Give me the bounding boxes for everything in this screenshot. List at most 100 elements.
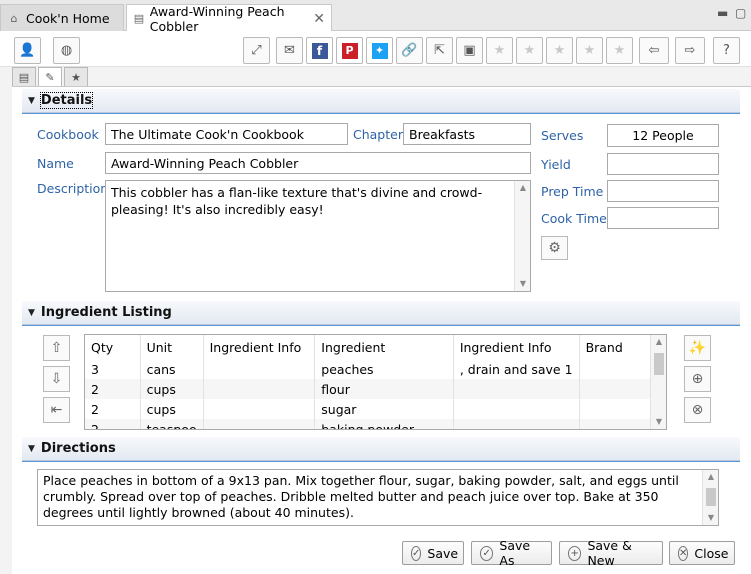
prep-time-field[interactable] (607, 180, 719, 202)
add-ingredient-button[interactable]: ⊕ (684, 366, 711, 392)
directions-scrollbar[interactable]: ▲ ▼ (702, 470, 718, 525)
column-header[interactable]: Ingredient Info (453, 335, 580, 359)
ingredients-section-header[interactable]: ▼ Ingredient Listing (22, 301, 740, 325)
facebook-button[interactable]: f (306, 37, 333, 64)
maximize-icon[interactable]: ▢ (735, 6, 746, 20)
tab-cookn-home[interactable]: ⌂ Cook'n Home (0, 4, 124, 31)
qty-cell[interactable]: 3 (85, 359, 141, 379)
print-button[interactable]: ▣ (456, 37, 483, 64)
close-button[interactable]: ✕ Close (669, 541, 735, 565)
chapter-field[interactable]: Breakfasts (403, 123, 531, 145)
forward-button[interactable]: ⇨ (675, 37, 705, 64)
scroll-up-icon[interactable]: ▲ (515, 181, 530, 195)
unit-cell[interactable]: cans (140, 359, 204, 379)
ingredient-info-cell[interactable]: , drain and save 1 (453, 359, 580, 379)
close-label: Close (694, 545, 729, 561)
scroll-thumb[interactable] (654, 353, 664, 375)
print-icon: ▣ (463, 43, 476, 58)
column-header[interactable]: Ingredient (314, 335, 454, 359)
qty-cell[interactable]: 2 (85, 399, 141, 419)
table-row[interactable]: 2 teaspoo baking powder (85, 419, 666, 429)
description-field[interactable]: This cobbler has a flan-like texture tha… (105, 180, 531, 292)
save-new-button[interactable]: + Save & New (559, 538, 663, 568)
table-row[interactable]: 2 cups sugar (85, 399, 666, 419)
scroll-down-icon[interactable]: ▼ (703, 511, 718, 525)
scroll-up-icon[interactable]: ▲ (703, 470, 718, 484)
remove-ingredient-button[interactable]: ⊗ (684, 397, 711, 423)
ingredient-info-cell[interactable] (453, 419, 580, 429)
twitter-button[interactable]: ✦ (366, 37, 393, 64)
move-up-button[interactable]: ⇧ (43, 335, 70, 361)
user-lock-button[interactable]: 👤 (14, 37, 41, 64)
view-tab-edit[interactable]: ✎ (38, 67, 62, 86)
magic-wand-button[interactable]: ✨ (684, 335, 711, 361)
move-down-button[interactable]: ⇩ (43, 366, 70, 392)
pinterest-button[interactable]: P (336, 37, 363, 64)
scroll-up-icon[interactable]: ▲ (651, 335, 666, 349)
time-settings-button[interactable]: ⚙ (541, 236, 568, 260)
rating-star-4[interactable]: ★ (576, 37, 603, 64)
fullscreen-button[interactable]: ⤢ (243, 37, 270, 64)
column-header[interactable]: Ingredient Info (203, 335, 316, 359)
ingredient-cell[interactable]: peaches (314, 359, 454, 379)
serves-field[interactable]: 12 People (607, 124, 719, 147)
email-button[interactable]: ✉ (276, 37, 303, 64)
cookbook-field[interactable]: The Ultimate Cook'n Cookbook (105, 123, 348, 145)
minimize-icon[interactable]: ▬ (717, 6, 728, 20)
link-icon: 🔗 (401, 43, 418, 58)
cook-time-field[interactable] (607, 207, 719, 229)
qty-cell[interactable]: 2 (85, 419, 141, 429)
ingredient-cell[interactable]: baking powder (314, 419, 454, 429)
ingredient-cell[interactable]: flour (314, 379, 454, 399)
table-row[interactable]: 3 cans peaches , drain and save 1 (85, 359, 666, 379)
save-button[interactable]: ✓ Save (402, 541, 464, 565)
yield-label: Yield (541, 157, 571, 172)
view-tab-card[interactable]: ▤ (12, 67, 36, 86)
qty-cell[interactable]: 2 (85, 379, 141, 399)
unit-cell[interactable]: teaspoo (140, 419, 204, 429)
tab-recipe[interactable]: ▤ Award-Winning Peach Cobbler ✕ (126, 4, 332, 34)
save-as-button[interactable]: ✓ Save As (471, 538, 552, 568)
ingredient-cell[interactable]: sugar (314, 399, 454, 419)
description-scrollbar[interactable]: ▲ ▼ (514, 181, 530, 291)
star-icon: ★ (553, 43, 566, 58)
ingredient-info-cell[interactable] (203, 399, 316, 419)
scroll-down-icon[interactable]: ▼ (515, 277, 530, 291)
ingredient-grid[interactable]: Qty Unit Ingredient Info Ingredient Ingr… (84, 334, 667, 430)
rating-star-3[interactable]: ★ (546, 37, 573, 64)
ingredient-grid-scrollbar[interactable]: ▲ ▼ (650, 335, 666, 429)
ingredient-info-cell[interactable] (203, 419, 316, 429)
ingredient-info-cell[interactable] (203, 359, 316, 379)
column-header[interactable]: Qty (85, 335, 141, 359)
prep-time-label: Prep Time (541, 184, 604, 199)
details-section-header[interactable]: ▼ Details (22, 89, 740, 113)
back-button[interactable]: ⇦ (639, 37, 669, 64)
ingredient-info-cell[interactable] (453, 399, 580, 419)
check-icon: ✓ (480, 545, 494, 561)
rating-star-1[interactable]: ★ (486, 37, 513, 64)
unit-cell[interactable]: cups (140, 379, 204, 399)
column-header[interactable]: Unit (140, 335, 204, 359)
scroll-thumb[interactable] (706, 488, 716, 506)
directions-section-header[interactable]: ▼ Directions (22, 437, 740, 461)
star-icon: ★ (583, 43, 596, 58)
table-row[interactable]: 2 cups flour (85, 379, 666, 399)
view-tab-favorites[interactable]: ★ (64, 67, 88, 86)
arrow-left-icon: ⇦ (648, 43, 660, 58)
ingredient-info-cell[interactable] (203, 379, 316, 399)
link-button[interactable]: 🔗 (396, 37, 423, 64)
tab-strip: ⌂ Cook'n Home ▤ Award-Winning Peach Cobb… (0, 0, 751, 34)
close-tab-icon[interactable]: ✕ (313, 11, 325, 27)
web-button[interactable]: ◍ (53, 37, 80, 64)
directions-field[interactable]: Place peaches in bottom of a 9x13 pan. M… (37, 469, 719, 526)
export-button[interactable]: ⇱ (426, 37, 453, 64)
yield-field[interactable] (607, 153, 719, 175)
insert-heading-button[interactable]: ⇤ (43, 397, 70, 423)
rating-star-2[interactable]: ★ (516, 37, 543, 64)
ingredient-info-cell[interactable] (453, 379, 580, 399)
rating-star-5[interactable]: ★ (606, 37, 633, 64)
scroll-down-icon[interactable]: ▼ (651, 415, 666, 429)
help-button[interactable]: ? (713, 37, 740, 64)
unit-cell[interactable]: cups (140, 399, 204, 419)
name-field[interactable]: Award-Winning Peach Cobbler (105, 152, 531, 174)
